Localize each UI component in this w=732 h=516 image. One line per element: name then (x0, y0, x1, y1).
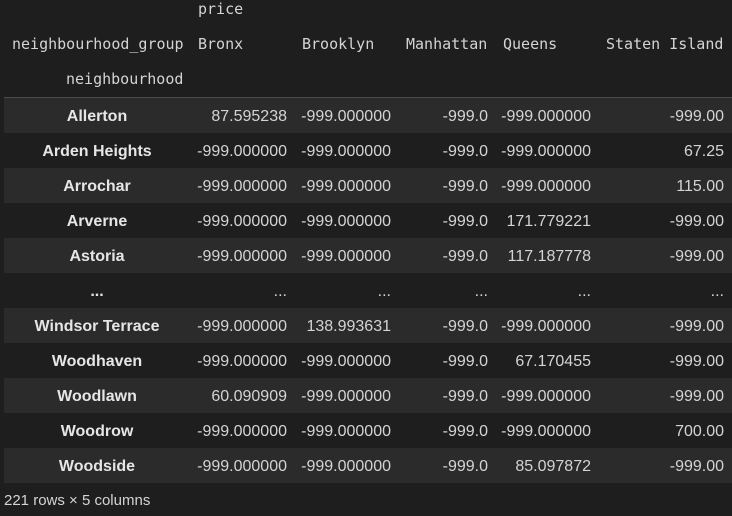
table-cell: -999.000000 (197, 458, 287, 475)
row-index-label: Arverne (66, 213, 128, 230)
table-row: Woodhaven -999.000000 -999.000000 -999.0 67.… (4, 343, 732, 378)
table-cell: -999.000000 (501, 388, 591, 405)
column-header-staten-island: Staten Island (606, 35, 724, 53)
table-cell: -999.00 (669, 388, 724, 405)
table-cell: -999.000000 (301, 388, 391, 405)
row-index-label: Woodlawn (57, 388, 137, 405)
table-row: Arrochar -999.000000 -999.000000 -999.0 -999… (4, 168, 732, 203)
table-cell: -999.0 (442, 353, 488, 370)
table-cell: -999.0 (442, 318, 488, 335)
table-cell: -999.000000 (501, 143, 591, 160)
table-cell: 87.595238 (211, 108, 287, 125)
index-name-label: neighbourhood (66, 70, 184, 88)
row-index-label: Windsor Terrace (34, 318, 160, 335)
table-row: Woodrow -999.000000 -999.000000 -999.0 -999.… (4, 413, 732, 448)
column-header-queens: Queens (503, 35, 558, 53)
table-row: Arden Heights -999.000000 -999.000000 -999.… (4, 133, 732, 168)
table-row: Allerton 87.595238 -999.000000 -999.0 -999.0… (4, 98, 732, 133)
row-index-label: ... (90, 283, 104, 300)
table-cell: -999.0 (442, 213, 488, 230)
row-column-summary: 221 rows × 5 columns (4, 492, 151, 509)
table-cell: -999.0 (442, 248, 488, 265)
table-cell: 700.00 (675, 423, 724, 440)
table-cell: -999.00 (669, 353, 724, 370)
table-row: Arverne -999.000000 -999.000000 -999.0 171.7… (4, 203, 732, 238)
row-index-label: Woodhaven (51, 353, 143, 370)
row-index-label: Arden Heights (42, 143, 152, 160)
table-cell: 117.187778 (507, 248, 591, 265)
table-cell: -999.000000 (301, 423, 391, 440)
table-cell: -999.000000 (197, 143, 287, 160)
table-cell: -999.000000 (301, 178, 391, 195)
table-cell: ... (273, 283, 287, 300)
table-cell: -999.0 (442, 458, 488, 475)
table-cell: -999.000000 (301, 248, 391, 265)
table-cell: -999.000000 (501, 318, 591, 335)
table-cell: 60.090909 (211, 388, 287, 405)
table-cell: ... (474, 283, 488, 300)
table-cell: -999.0 (442, 178, 488, 195)
table-cell: -999.0 (442, 108, 488, 125)
table-row: Astoria -999.000000 -999.000000 -999.0 117.1… (4, 238, 732, 273)
table-cell: -999.000000 (501, 423, 591, 440)
table-cell: -999.000000 (197, 318, 287, 335)
table-row: .................. (4, 273, 732, 308)
table-cell: -999.000000 (197, 178, 287, 195)
table-cell: -999.00 (669, 248, 724, 265)
table-cell: -999.000000 (197, 248, 287, 265)
table-cell: ... (710, 283, 724, 300)
table-cell: ... (577, 283, 591, 300)
column-level-label: price (198, 0, 244, 18)
table-cell: -999.000000 (197, 423, 287, 440)
table-cell: -999.0 (442, 423, 488, 440)
column-header-brooklyn: Brooklyn (302, 35, 375, 53)
table-cell: 171.779221 (506, 213, 591, 230)
table-cell: -999.000000 (501, 178, 591, 195)
column-header-manhattan: Manhattan (406, 35, 488, 53)
table-cell: -999.000000 (301, 458, 391, 475)
table-cell: 85.097872 (515, 458, 591, 475)
table-cell: -999.000000 (301, 213, 391, 230)
table-cell: -999.00 (669, 318, 724, 335)
row-index-label: Woodrow (60, 423, 134, 440)
table-cell: -999.000000 (197, 353, 287, 370)
table-cell: -999.0 (442, 388, 488, 405)
table-cell: 115.00 (676, 178, 724, 195)
table-cell: 138.993631 (306, 318, 391, 335)
table-cell: -999.0 (442, 143, 488, 160)
table-cell: -999.00 (669, 108, 724, 125)
row-index-label: Allerton (66, 108, 128, 125)
table-cell: -999.000000 (301, 143, 391, 160)
table-row: Woodside -999.000000 -999.000000 -999.0 85.0… (4, 448, 732, 483)
table-cell: -999.000000 (301, 108, 391, 125)
row-index-label: Woodside (58, 458, 136, 475)
table-cell: 67.170455 (515, 353, 591, 370)
table-cell: -999.00 (669, 458, 724, 475)
table-cell: 67.25 (683, 143, 724, 160)
column-header-bronx: Bronx (198, 35, 244, 53)
dataframe-output: price neighbourhood_group Bronx Brooklyn… (0, 0, 732, 516)
row-index-label: Arrochar (63, 178, 131, 195)
table-row: Woodlawn 60.090909 -999.000000 -999.0 -999.0… (4, 378, 732, 413)
table-row: Windsor Terrace -999.000000 138.993631 -999… (4, 308, 732, 343)
table-cell: -999.000000 (197, 213, 287, 230)
row-index-label: Astoria (69, 248, 125, 265)
columns-name-label: neighbourhood_group (12, 35, 184, 53)
table-cell: ... (377, 283, 391, 300)
table-cell: -999.000000 (301, 353, 391, 370)
table-body: Allerton 87.595238 -999.000000 -999.0 -999.0… (4, 97, 732, 483)
table-cell: -999.000000 (501, 108, 591, 125)
table-cell: -999.00 (669, 213, 724, 230)
